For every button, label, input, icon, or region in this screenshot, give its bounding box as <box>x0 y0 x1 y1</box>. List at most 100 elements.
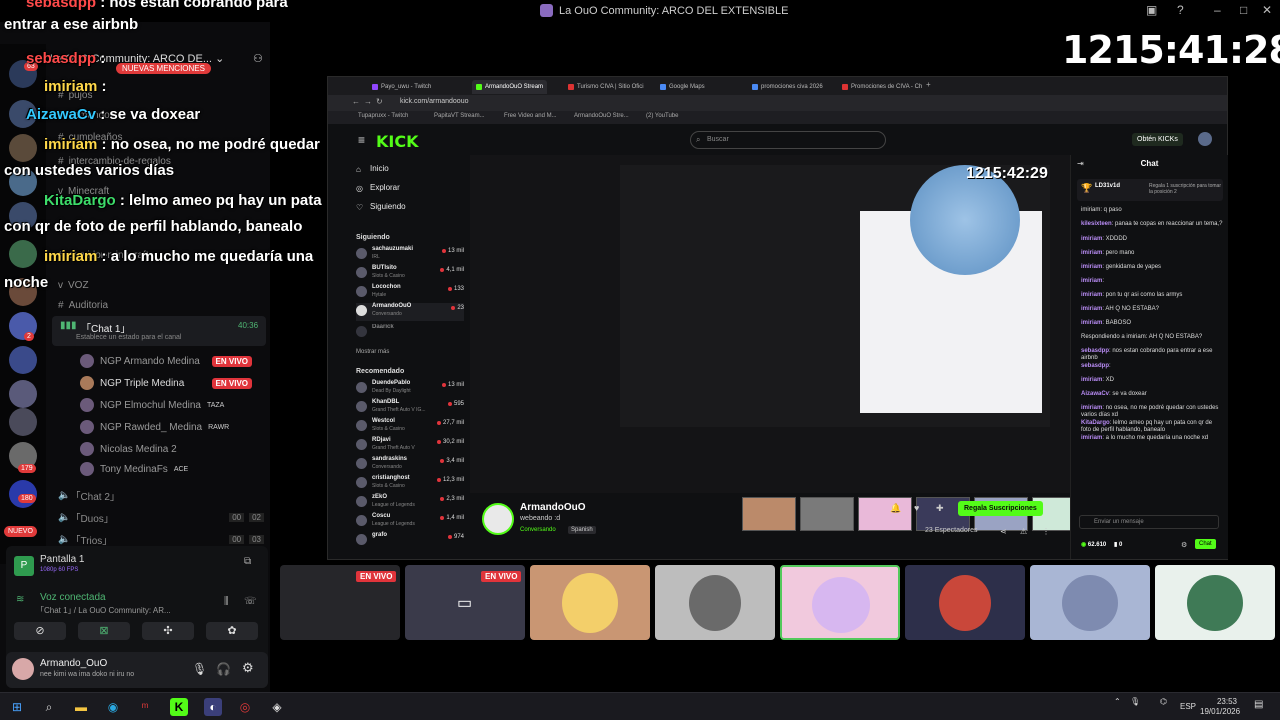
chat-username[interactable]: imiriam <box>1081 278 1102 284</box>
category-header[interactable]: v VOZ <box>58 280 89 291</box>
bell-icon[interactable]: 🔔 <box>890 503 901 514</box>
stream-category[interactable]: Conversando <box>520 527 556 533</box>
reload-icon[interactable]: ↻ <box>376 97 383 106</box>
file-explorer-icon[interactable]: ▬ <box>72 698 90 716</box>
points-display[interactable]: ◉ 62.610 ▮ 0 <box>1081 541 1122 548</box>
chat-input[interactable]: Enviar un mensaje <box>1079 515 1219 529</box>
chat-username[interactable]: AizawaCv <box>1081 391 1109 397</box>
voice-user[interactable]: Nicolas Medina 2 <box>80 442 260 456</box>
search-input[interactable]: ⌕ Buscar <box>690 131 886 149</box>
chat-message[interactable]: imiriam: q paso <box>1081 207 1223 214</box>
popout-icon[interactable]: ⧉ <box>244 556 251 567</box>
language-tag[interactable]: Spanish <box>568 526 596 534</box>
chat-username[interactable]: imiriam <box>1081 250 1102 256</box>
windows-start-icon[interactable]: ⊞ <box>8 698 26 716</box>
voice-user[interactable]: NGP Triple Medina EN VIVO <box>80 376 260 390</box>
chat-message[interactable]: imiriam: XDDDD <box>1081 236 1223 243</box>
recommended-channel[interactable]: RDjavi Grand Theft Auto V 30,2 mil <box>356 437 464 455</box>
kick-logo[interactable]: KICK <box>376 132 419 151</box>
voice-user[interactable]: Tony MedinaFs ACE <box>80 462 260 476</box>
chat-message[interactable]: imiriam: pon tu qr asi como las armys <box>1081 292 1223 299</box>
clock-time[interactable]: 23:53 <box>1212 697 1242 706</box>
stage-tile[interactable] <box>1030 565 1150 640</box>
search-icon[interactable]: ⌕ <box>40 698 58 716</box>
voice-user[interactable]: NGP Elmochul Medina TAZA <box>80 398 260 412</box>
chat-username[interactable]: sebasdpp <box>1081 348 1109 354</box>
app-icon[interactable]: ᵐ <box>136 698 154 716</box>
chat-username[interactable]: imiriam <box>1081 292 1102 298</box>
chat-message[interactable]: imiriam: pero mano <box>1081 250 1223 257</box>
voice-user[interactable]: NGP Armando Medina EN VIVO <box>80 354 260 368</box>
inbox-icon[interactable]: ▣ <box>1146 3 1157 17</box>
followed-channel-active[interactable]: ArmandoOuO Conversando 23 <box>356 303 464 321</box>
server-icon[interactable] <box>9 346 37 374</box>
recommended-channel[interactable]: KhanDBL Grand Theft Auto V IG... 595 <box>356 399 464 417</box>
nav-home[interactable]: ⌂ Inicio <box>356 164 389 174</box>
chat-message[interactable]: sebasdpp: nos estan cobrando para entrar… <box>1081 348 1223 362</box>
avatar[interactable] <box>12 658 34 680</box>
voice-user[interactable]: NGP Rawded_ Medina RAWR <box>80 420 260 434</box>
language-indicator[interactable]: ESP <box>1180 702 1196 711</box>
bookmark-item[interactable]: ArmandoOuO Stre... <box>574 113 629 119</box>
menu-icon[interactable]: ≡ <box>358 133 365 147</box>
voice-channel[interactable]: 🔈 ｢Chat 2｣ <box>58 488 115 503</box>
server-icon[interactable] <box>9 240 37 268</box>
nav-explore[interactable]: ◎ Explorar <box>356 183 400 193</box>
chat-message[interactable]: AizawaCv: se va doxear <box>1081 391 1223 398</box>
bookmark-item[interactable]: Free Video and M... <box>504 113 557 119</box>
bookmark-item[interactable]: (2) YouTube <box>646 113 678 119</box>
heart-icon[interactable]: ♥ <box>914 503 919 513</box>
report-icon[interactable]: ⚠ <box>1020 527 1027 536</box>
address-bar[interactable]: ← → ↻ kick.com/armandoouo <box>328 95 1227 111</box>
new-mentions-badge[interactable]: NUEVAS MENCIONES <box>116 63 211 74</box>
profile-avatar[interactable] <box>1198 132 1212 146</box>
chat-message[interactable]: imiriam: a lo mucho me quedaría una noch… <box>1081 435 1223 442</box>
microphone-icon[interactable]: 🎙 <box>192 662 207 676</box>
clock-date[interactable]: 19/01/2026 <box>1200 707 1240 716</box>
chat-username[interactable]: KitaDargo <box>1081 420 1110 426</box>
streamer-avatar[interactable] <box>482 503 514 535</box>
disconnect-icon[interactable]: ☏ <box>244 596 257 607</box>
headphones-icon[interactable]: 🎧 <box>216 662 231 676</box>
maximize-button[interactable]: □ <box>1240 3 1247 17</box>
activities-button[interactable]: ✣ <box>142 622 194 640</box>
chat-message[interactable]: sebasdpp: <box>1081 363 1223 370</box>
stage-tile[interactable] <box>530 565 650 640</box>
minimize-button[interactable]: – <box>1214 3 1221 17</box>
camera-off-button[interactable]: ⊘ <box>14 622 66 640</box>
recommended-channel[interactable]: Westcol Slots & Casino 27,7 mil <box>356 418 464 436</box>
browser-tab[interactable]: Google Maps <box>656 80 709 94</box>
soundboard-button[interactable]: ✿ <box>206 622 258 640</box>
edge-icon[interactable]: ◉ <box>104 698 122 716</box>
help-icon[interactable]: ? <box>1177 3 1184 17</box>
gift-subs-button[interactable]: Regala Suscripciones <box>958 501 1043 516</box>
followed-channel[interactable]: BUTIsito Slots & Casino 4,1 mil <box>356 265 464 283</box>
chat-username[interactable]: imiriam <box>1081 405 1102 411</box>
bookmark-item[interactable]: Tupapruxx - Twitch <box>358 113 408 119</box>
chat-message[interactable]: imiriam: no osea, no me podré quedar con… <box>1081 405 1223 419</box>
stage-tile[interactable]: EN VIVO <box>280 565 400 640</box>
more-icon[interactable]: ⋮ <box>1042 527 1050 536</box>
url-text[interactable]: kick.com/armandoouo <box>400 98 468 105</box>
voice-connected-channel[interactable]: ｢Chat 1｣ / La OuO Community: AR... <box>40 605 171 616</box>
chat-message[interactable]: imiriam: genkidama de yapes <box>1081 264 1223 271</box>
back-icon[interactable]: ← <box>352 97 360 106</box>
followed-channel[interactable]: sachauzumaki IRL 13 mil <box>356 246 464 264</box>
chat-send-button[interactable]: Chat <box>1195 539 1216 549</box>
chat-username[interactable]: imiriam <box>1081 306 1102 312</box>
chat-message[interactable]: imiriam: <box>1081 278 1223 285</box>
new-tab-button[interactable]: + <box>926 80 931 89</box>
close-button[interactable]: ✕ <box>1262 3 1272 17</box>
recommended-channel[interactable]: DuendePablo Dead By Daylight 13 mil <box>356 380 464 398</box>
chat-message[interactable]: kilesixteen: panaa te copas en reacciona… <box>1081 221 1223 228</box>
followed-channel[interactable]: Daarick <box>356 324 464 342</box>
get-kicks-button[interactable]: Obtén KICKs <box>1132 133 1183 146</box>
chat-settings-icon[interactable]: ⚙ <box>1181 541 1187 549</box>
chat-username[interactable]: imiriam <box>1081 377 1102 383</box>
kick-app-icon[interactable]: K <box>170 698 188 716</box>
stage-tile[interactable]: EN VIVO ▭ <box>405 565 525 640</box>
chat-username[interactable]: imiriam <box>1081 435 1102 441</box>
obs-icon[interactable]: ◎ <box>236 698 254 716</box>
voice-channel[interactable]: 🔈 ｢Trios｣ 00 03 <box>58 532 264 547</box>
add-member-icon[interactable]: ⚇ <box>253 52 263 65</box>
